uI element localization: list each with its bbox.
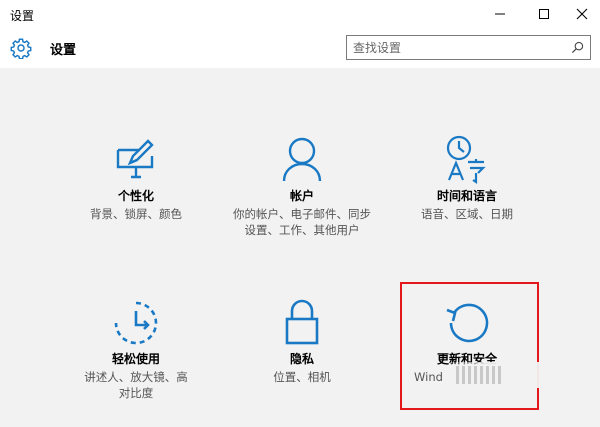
tile-description: 位置、相机 (273, 370, 331, 384)
ease-of-access-icon (114, 301, 158, 345)
account-icon (282, 137, 322, 182)
minimize-icon (495, 13, 505, 15)
maximize-button[interactable] (524, 0, 564, 28)
tile-name: 隐私 (289, 352, 314, 366)
search-icon[interactable] (571, 41, 584, 54)
search-input[interactable] (347, 36, 557, 59)
page-title: 设置 (50, 43, 77, 58)
personalization-icon (116, 139, 154, 179)
tile-name: 帐户 (289, 189, 314, 203)
tile-privacy[interactable]: 隐私 位置、相机 (227, 297, 377, 422)
time-language-icon (446, 135, 486, 185)
close-icon (576, 8, 588, 20)
tile-description: 背景、锁屏、颜色 (90, 207, 182, 221)
tile-description: 你的帐户、电子邮件、同步设置、工作、其他用户 (233, 207, 371, 237)
tile-personalization[interactable]: 个性化 背景、锁屏、颜色 (61, 134, 211, 259)
maximize-icon (539, 9, 549, 19)
tile-name: 时间和语言 (436, 189, 497, 203)
title-bar: 设置 (0, 0, 600, 28)
gear-icon[interactable] (10, 37, 32, 59)
tile-name: 轻松使用 (111, 352, 160, 366)
close-button[interactable] (562, 0, 600, 28)
minimize-button[interactable] (480, 0, 520, 28)
tile-ease-of-access[interactable]: 轻松使用 讲述人、放大镜、高对比度 (61, 297, 211, 422)
highlight-box (400, 282, 539, 410)
settings-header: 设置 (0, 28, 600, 68)
tile-time-language[interactable]: 时间和语言 语音、区域、日期 (392, 134, 542, 259)
tile-accounts[interactable]: 帐户 你的帐户、电子邮件、同步设置、工作、其他用户 (227, 134, 377, 259)
window-title: 设置 (10, 9, 35, 23)
tile-description: 讲述人、放大镜、高对比度 (84, 370, 188, 400)
watermark-blur-bars (456, 366, 501, 384)
search-box[interactable] (346, 35, 591, 60)
tile-name: 个性化 (117, 189, 154, 203)
tile-description: 语音、区域、日期 (421, 207, 513, 221)
privacy-lock-icon (285, 299, 319, 345)
